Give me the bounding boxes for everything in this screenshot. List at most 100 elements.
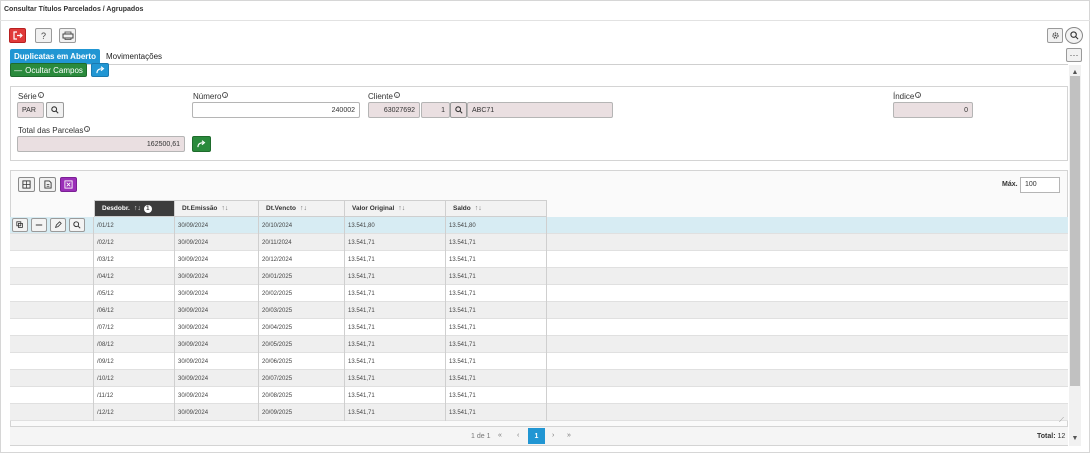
- cliente-seq-field[interactable]: 1: [421, 102, 450, 118]
- exit-button[interactable]: [9, 28, 26, 43]
- max-rows-input[interactable]: 100: [1020, 177, 1060, 193]
- cell-saldo: 13.541,71: [446, 285, 547, 302]
- cell-valor-original: 13.541,71: [345, 268, 446, 285]
- cell-dt-emissao: 30/09/2024: [175, 319, 259, 336]
- cell-dt-vencto: 20/10/2024: [259, 217, 345, 234]
- cell-valor-original: 13.541,71: [345, 302, 446, 319]
- column-dt-emissao[interactable]: Dt.Emissão ↑↓: [175, 200, 259, 217]
- column-saldo[interactable]: Saldo ↑↓: [446, 200, 547, 217]
- cliente-name-field[interactable]: ABC71: [467, 102, 613, 118]
- sort-icon[interactable]: ↑↓: [475, 205, 482, 212]
- table-row[interactable]: /09/12 30/09/2024 20/06/2025 13.541,71 13.54…: [10, 353, 1068, 370]
- cell-desdobr: /07/12: [94, 319, 175, 336]
- export-document-button[interactable]: [39, 177, 56, 192]
- total-parcelas-field[interactable]: 162500,61: [17, 136, 185, 152]
- cell-saldo: 13.541,71: [446, 370, 547, 387]
- cell-saldo: 13.541,71: [446, 251, 547, 268]
- cell-dt-emissao: 30/09/2024: [175, 353, 259, 370]
- cell-desdobr: /11/12: [94, 387, 175, 404]
- apply-button[interactable]: [192, 136, 211, 152]
- table-row[interactable]: /01/12 30/09/2024 20/10/2024 13.541,80 13.54…: [10, 217, 1068, 234]
- pagination-bar: 1 de 1 « ‹ 1 › » Total: 12: [10, 426, 1068, 445]
- cell-dt-emissao: 30/09/2024: [175, 268, 259, 285]
- pencil-icon: [54, 221, 62, 229]
- row-actions-cell: [10, 217, 94, 234]
- cell-desdobr: /03/12: [94, 251, 175, 268]
- cell-dt-emissao: 30/09/2024: [175, 404, 259, 421]
- sort-icon[interactable]: ↑↓: [221, 205, 228, 212]
- share-button[interactable]: [91, 63, 109, 77]
- table-row[interactable]: /05/12 30/09/2024 20/02/2025 13.541,71 13.54…: [10, 285, 1068, 302]
- cell-dt-vencto: 20/11/2024: [259, 234, 345, 251]
- last-page-icon[interactable]: »: [567, 432, 571, 439]
- document-icon: [43, 180, 52, 189]
- cell-valor-original: 13.541,80: [345, 217, 446, 234]
- first-page-icon[interactable]: «: [498, 432, 502, 439]
- next-page-icon[interactable]: ›: [552, 432, 554, 439]
- numero-label: Número i: [193, 92, 229, 101]
- search-row-button[interactable]: [69, 218, 85, 232]
- ellipsis-icon: ···: [1069, 50, 1079, 60]
- more-options-button[interactable]: ···: [1066, 48, 1082, 62]
- table-row[interactable]: /11/12 30/09/2024 20/08/2025 13.541,71 13.54…: [10, 387, 1068, 404]
- search-icon: [51, 106, 59, 114]
- cell-dt-vencto: 20/03/2025: [259, 302, 345, 319]
- table-row[interactable]: /02/12 30/09/2024 20/11/2024 13.541,71 13.54…: [10, 234, 1068, 251]
- table-row[interactable]: /12/12 30/09/2024 20/09/2025 13.541,71 13.54…: [10, 404, 1068, 421]
- row-actions-cell: [10, 251, 94, 268]
- minus-row-button[interactable]: [31, 218, 47, 232]
- table-row[interactable]: /10/12 30/09/2024 20/07/2025 13.541,71 13.54…: [10, 370, 1068, 387]
- max-label: Máx.: [1002, 181, 1018, 188]
- total-count: Total: 12: [1037, 433, 1066, 440]
- sort-asc-icon[interactable]: ↑↓: [134, 205, 141, 212]
- cell-dt-emissao: 30/09/2024: [175, 217, 259, 234]
- search-button[interactable]: [1065, 27, 1083, 44]
- row-actions-cell: [10, 353, 94, 370]
- table-row[interactable]: /07/12 30/09/2024 20/04/2025 13.541,71 13.54…: [10, 319, 1068, 336]
- table-row[interactable]: /03/12 30/09/2024 20/12/2024 13.541,71 13.54…: [10, 251, 1068, 268]
- search-icon: [1069, 31, 1078, 40]
- numero-field[interactable]: 240002: [192, 102, 360, 118]
- column-dt-vencto[interactable]: Dt.Vencto ↑↓: [259, 200, 345, 217]
- hide-fields-button[interactable]: — Ocultar Campos: [10, 63, 87, 77]
- serie-field[interactable]: PAR: [17, 102, 44, 118]
- cliente-code-field[interactable]: 63027692: [368, 102, 420, 118]
- sort-icon[interactable]: ↑↓: [398, 205, 405, 212]
- cell-saldo: 13.541,80: [446, 217, 547, 234]
- page-info: 1 de 1: [471, 433, 491, 440]
- scroll-down-icon[interactable]: ▼: [1069, 433, 1081, 443]
- cell-valor-original: 13.541,71: [345, 251, 446, 268]
- row-actions-cell: [10, 370, 94, 387]
- table-row[interactable]: /08/12 30/09/2024 20/05/2025 13.541,71 13.54…: [10, 336, 1068, 353]
- table-row[interactable]: /06/12 30/09/2024 20/03/2025 13.541,71 13.54…: [10, 302, 1068, 319]
- column-desdobr[interactable]: Desdobr. ↑↓ 1: [94, 200, 175, 217]
- cell-desdobr: /05/12: [94, 285, 175, 302]
- help-button[interactable]: ?: [35, 28, 52, 43]
- print-button[interactable]: [59, 28, 76, 43]
- cell-dt-emissao: 30/09/2024: [175, 387, 259, 404]
- column-valor-original[interactable]: Valor Original ↑↓: [345, 200, 446, 217]
- info-icon: i: [222, 92, 229, 98]
- sort-icon[interactable]: ↑↓: [300, 205, 307, 212]
- copy-row-button[interactable]: [12, 218, 28, 232]
- table-row[interactable]: /04/12 30/09/2024 20/01/2025 13.541,71 13.54…: [10, 268, 1068, 285]
- copy-icon: [16, 221, 23, 228]
- export-spreadsheet-button[interactable]: [60, 177, 77, 192]
- tab-movimentacoes[interactable]: Movimentações: [106, 49, 162, 64]
- current-page-button[interactable]: 1: [528, 428, 545, 444]
- scrollbar-thumb[interactable]: [1070, 76, 1080, 386]
- tab-divider: [10, 64, 1068, 65]
- cell-desdobr: /08/12: [94, 336, 175, 353]
- tab-duplicatas-em-aberto[interactable]: Duplicatas em Aberto: [10, 49, 100, 64]
- pencil-row-button[interactable]: [50, 218, 66, 232]
- row-actions-cell: [10, 404, 94, 421]
- cliente-search-button[interactable]: [450, 102, 467, 118]
- row-actions-cell: [10, 302, 94, 319]
- settings-button[interactable]: [1047, 28, 1063, 43]
- indice-field[interactable]: 0: [893, 102, 973, 118]
- cell-dt-emissao: 30/09/2024: [175, 336, 259, 353]
- prev-page-icon[interactable]: ‹: [517, 432, 519, 439]
- resize-handle-icon[interactable]: ⟋: [1059, 417, 1064, 425]
- serie-search-button[interactable]: [46, 102, 64, 118]
- grid-layout-button[interactable]: [18, 177, 35, 192]
